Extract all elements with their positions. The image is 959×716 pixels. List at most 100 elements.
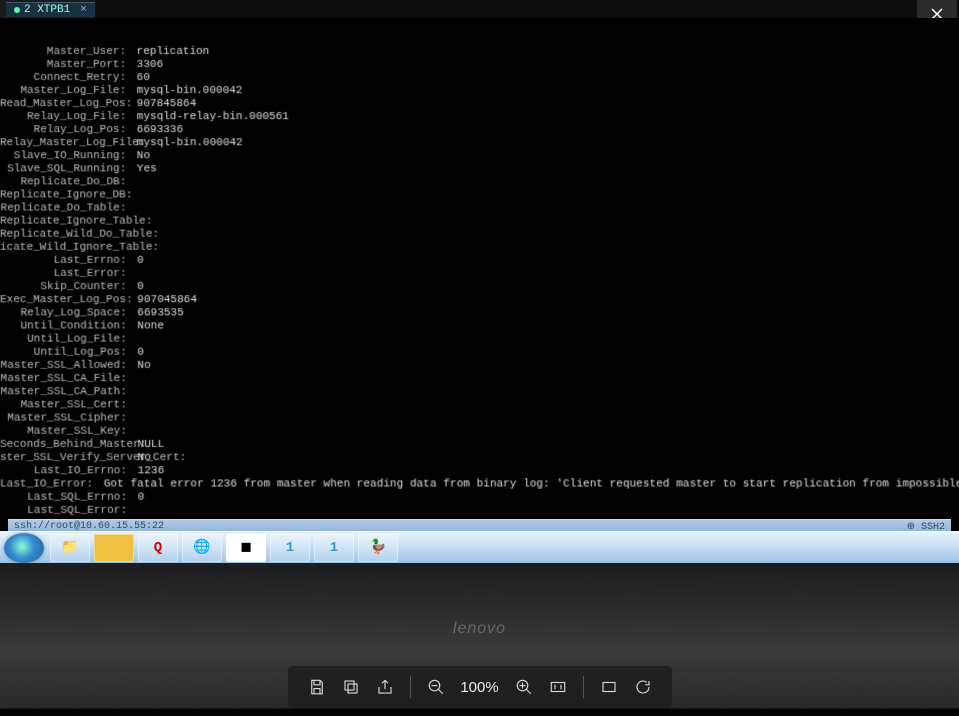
fit-button[interactable] [598,676,620,698]
status-value: mysql-bin.000042 [130,137,243,150]
rotate-button[interactable] [632,676,654,698]
status-label: Master_SSL_Cipher: [0,412,131,425]
status-label: Master_SSL_CA_Path: [0,386,131,399]
status-row: Relay_Log_Pos: 6693336 [0,124,959,137]
app-icon-1[interactable] [94,534,134,562]
status-value: No [130,150,150,163]
fit-icon [600,678,618,696]
status-row: Replicate_Do_DB: [0,176,959,189]
status-value: No [131,360,151,373]
status-row: Relay_Log_Space: 6693535 [0,307,959,320]
status-label: Last_IO_Error: [0,478,97,491]
status-value: 0 [131,492,144,505]
status-value: replication [130,46,209,59]
status-row: Last_Errno: 0 [0,255,959,268]
zoom-in-icon [515,678,533,696]
status-label: Relay_Log_File: [0,111,130,124]
terminal-tab-bar: 2 XTPB1 × [0,0,95,18]
status-value: No [131,452,151,465]
status-value [131,242,138,255]
status-row: Until_Condition: None [0,320,959,333]
status-row: Master_SSL_CA_File: [0,373,959,386]
terminal-tab[interactable]: 2 XTPB1 × [6,2,95,17]
status-label: Master_Log_File: [0,85,130,98]
status-value: 907045864 [131,294,197,307]
zoom-out-button[interactable] [425,676,447,698]
status-label: Exec_Master_Log_Pos: [0,294,131,307]
status-row: Last_SQL_Error: [0,505,959,518]
status-row: Until_Log_File: [0,334,959,347]
status-value [131,399,138,412]
status-row: Master_User: replication [0,46,959,59]
status-value: 6693535 [131,307,184,320]
save-button[interactable] [306,676,328,698]
app-icon-4[interactable]: 1 [314,534,354,562]
status-label: Until_Log_Pos: [0,347,131,360]
status-row: Last_SQL_Errno: 0 [0,492,959,505]
app-icon-q[interactable]: Q [138,534,178,562]
share-button[interactable] [374,676,396,698]
status-value: Yes [130,163,157,176]
status-value [131,426,138,439]
status-label: Replicate_Wild_Do_Table: [0,229,131,242]
explorer-icon[interactable]: 📁 [50,534,90,562]
status-label: ster_SSL_Verify_Server_Cert: [0,452,131,465]
status-row: icate_Wild_Ignore_Table: [0,242,959,255]
status-row: Last_IO_Errno: 1236 [0,465,959,478]
app-icon-3[interactable]: 1 [270,534,310,562]
start-button[interactable] [4,533,44,563]
tab-close-icon[interactable]: × [80,4,87,16]
status-value: 1236 [131,465,164,478]
status-value: 6693336 [130,124,183,137]
status-value: None [131,320,164,333]
globe-icon[interactable]: 🌐 [182,534,222,562]
status-label: Master_SSL_Allowed: [0,360,131,373]
zoom-out-icon [427,678,445,696]
status-label: Master_SSL_Cert: [0,399,131,412]
status-row: ster_SSL_Verify_Server_Cert: No [0,452,959,465]
status-value [131,268,138,281]
status-row: Master_SSL_Cert: [0,399,959,412]
status-label: Seconds_Behind_Master: [0,439,131,452]
status-label: Last_IO_Errno: [0,465,131,478]
app-icon-5[interactable]: 🦆 [358,534,398,562]
zoom-in-button[interactable] [513,676,535,698]
status-row: Last_Error: [0,268,959,281]
status-row: Master_SSL_Allowed: No [0,360,959,373]
status-value: Got fatal error 1236 from master when re… [97,478,959,491]
status-label: Replicate_Ignore_Table: [0,216,130,229]
status-row: Replicate_Ignore_Table: [0,216,959,229]
status-row: Replicate_Ignore_DB: [0,189,959,202]
copy-button[interactable] [340,676,362,698]
status-value [130,176,137,189]
status-label: Replicate_Do_Table: [0,202,130,215]
status-value: NULL [131,439,164,452]
status-value: 0 [131,347,144,360]
status-row: Master_SSL_CA_Path: [0,386,959,399]
save-icon [308,678,326,696]
zoom-level: 100% [459,679,501,696]
status-value [130,189,137,202]
status-label: Relay_Master_Log_File: [0,137,130,150]
status-value: mysqld-relay-bin.000561 [130,111,289,124]
status-row: Slave_IO_Running: No [0,150,959,163]
status-label: Read_Master_Log_Pos: [0,98,130,111]
status-label: Master_User: [0,46,130,59]
status-row: Replicate_Wild_Do_Table: [0,229,959,242]
status-label: Last_SQL_Errno: [0,492,131,505]
actual-size-button[interactable] [547,676,569,698]
app-icon-2[interactable]: ◼ [226,534,266,562]
status-label: Replicate_Do_DB: [0,176,130,189]
status-value: 60 [130,72,150,85]
status-value: 0 [131,255,144,268]
status-label: Relay_Log_Space: [0,307,131,320]
separator [583,676,584,698]
status-value: 907845864 [130,98,196,111]
status-label: Master_SSL_Key: [0,426,131,439]
tab-label: 2 XTPB1 [24,4,70,16]
status-row: Master_SSL_Key: [0,426,959,439]
separator [410,676,411,698]
one-to-one-icon [549,678,567,696]
status-value [130,216,137,229]
status-row: Until_Log_Pos: 0 [0,347,959,360]
